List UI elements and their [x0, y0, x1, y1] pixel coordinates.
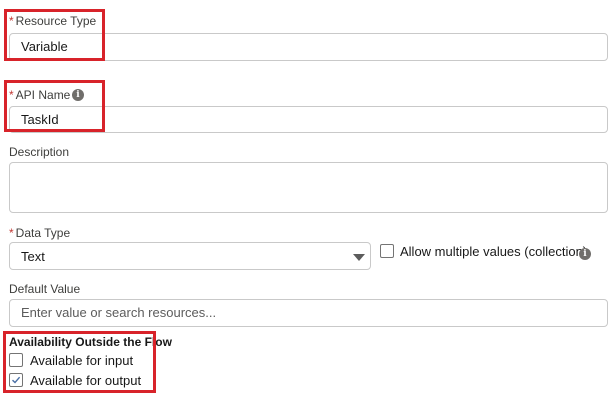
allow-collection-label: Allow multiple values (collection): [400, 244, 588, 259]
resource-type-select[interactable]: Variable: [9, 33, 608, 61]
available-for-input-label: Available for input: [30, 353, 134, 368]
availability-section-title: Availability Outside the Flow: [9, 335, 172, 349]
available-for-output-checkbox[interactable]: [9, 373, 23, 387]
resource-type-label: * Resource Type: [9, 14, 97, 28]
available-for-output-label: Available for output: [30, 373, 142, 388]
default-value-input[interactable]: Enter value or search resources...: [9, 299, 608, 327]
api-name-input[interactable]: TaskId: [9, 106, 608, 133]
description-label: Description: [9, 145, 70, 159]
description-textarea[interactable]: [9, 162, 608, 213]
data-type-select[interactable]: Text: [9, 242, 371, 270]
checkmark-icon: [12, 376, 21, 384]
required-marker: *: [9, 14, 14, 28]
chevron-down-icon[interactable]: [353, 254, 365, 261]
api-name-label: * API Name: [9, 88, 71, 102]
required-marker: *: [9, 226, 14, 240]
allow-collection-checkbox[interactable]: [380, 244, 394, 258]
required-marker: *: [9, 88, 14, 102]
info-icon[interactable]: i: [72, 89, 84, 101]
default-value-label: Default Value: [9, 282, 81, 296]
info-icon[interactable]: i: [579, 248, 591, 260]
data-type-label: * Data Type: [9, 226, 71, 240]
flow-resource-form: * Resource Type Variable * API Name i Task…: [0, 0, 608, 394]
available-for-input-checkbox[interactable]: [9, 353, 23, 367]
